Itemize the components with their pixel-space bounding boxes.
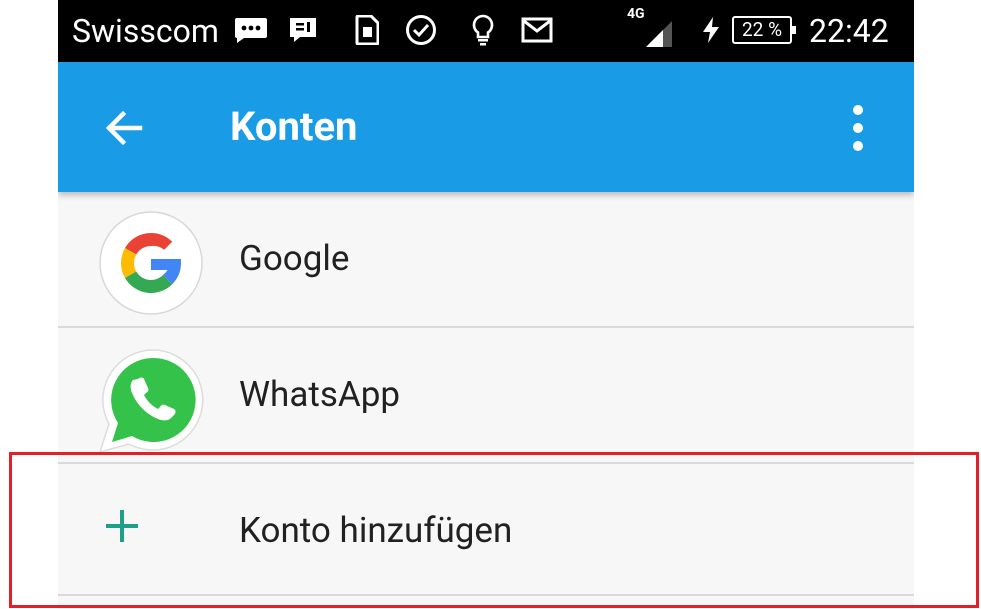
add-account-label: Konto hinzufügen [239, 510, 513, 551]
accounts-list: Google WhatsApp Konto hinzufügen [58, 192, 914, 596]
overflow-menu-icon [853, 105, 863, 151]
list-item-whatsapp-account[interactable]: WhatsApp [58, 328, 914, 464]
add-account-button[interactable]: Konto hinzufügen [58, 464, 914, 596]
page-title: Konten [230, 103, 358, 150]
arrow-left-icon [105, 110, 143, 146]
plus-icon [104, 508, 140, 544]
battery-indicator: 22 % [732, 16, 796, 44]
list-item-google-account[interactable]: Google [58, 192, 914, 328]
clock: 22:42 [809, 12, 889, 50]
signal-icon [642, 18, 676, 50]
carrier-name: Swisscom [72, 12, 219, 50]
google-icon [98, 210, 204, 316]
status-bar: Swisscom 4G 22 % 22:42 [58, 0, 914, 62]
back-button[interactable] [96, 100, 152, 156]
phone-screen: Swisscom 4G 22 % 22:42 Konten Google Wha… [58, 0, 914, 609]
account-label: Google [239, 238, 350, 279]
chat-bubble-icon [234, 14, 268, 46]
sim-icon [350, 14, 384, 46]
gmail-icon [520, 14, 554, 46]
whatsapp-icon [98, 346, 204, 454]
charging-icon [698, 14, 724, 46]
app-bar: Konten [58, 62, 914, 192]
lightbulb-icon [466, 14, 500, 46]
more-options-button[interactable] [840, 98, 876, 158]
account-label: WhatsApp [239, 374, 401, 415]
check-circle-icon [404, 14, 438, 46]
message-icon [286, 14, 320, 46]
